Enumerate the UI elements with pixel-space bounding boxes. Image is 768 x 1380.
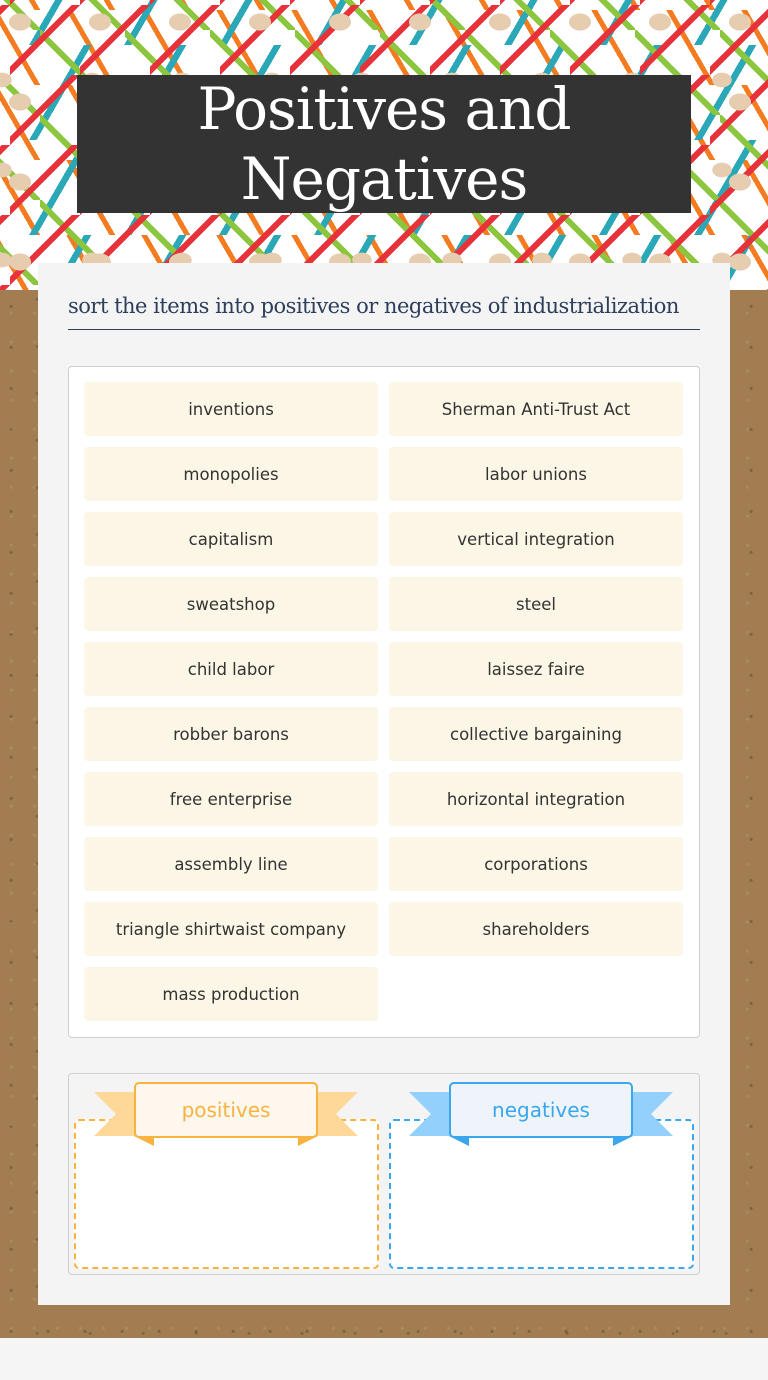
sort-item-card[interactable]: collective bargaining xyxy=(389,707,683,761)
sort-item-card[interactable]: inventions xyxy=(84,382,378,436)
sort-item-card[interactable]: sweatshop xyxy=(84,577,378,631)
items-pool: inventions Sherman Anti-Trust Act monopoli… xyxy=(68,366,700,1038)
sort-item-card[interactable]: vertical integration xyxy=(389,512,683,566)
sort-item-card[interactable]: Sherman Anti-Trust Act xyxy=(389,382,683,436)
sort-item-card[interactable]: mass production xyxy=(84,967,378,1021)
worksheet-panel: sort the items into positives or negativ… xyxy=(38,263,730,1305)
sort-item-card[interactable]: child labor xyxy=(84,642,378,696)
sort-item-card[interactable]: assembly line xyxy=(84,837,378,891)
sort-item-card[interactable]: robber barons xyxy=(84,707,378,761)
sort-item-card[interactable]: shareholders xyxy=(389,902,683,956)
positives-label: positives xyxy=(134,1082,318,1138)
sort-item-card[interactable]: laissez faire xyxy=(389,642,683,696)
sort-item-card[interactable]: steel xyxy=(389,577,683,631)
sort-item-card[interactable]: triangle shirtwaist company xyxy=(84,902,378,956)
sort-item-card[interactable]: corporations xyxy=(389,837,683,891)
page-title: Positives and Negatives xyxy=(197,75,571,213)
positives-ribbon: positives xyxy=(94,1082,358,1148)
sort-item-card[interactable]: free enterprise xyxy=(84,772,378,826)
title-banner: Positives and Negatives xyxy=(77,75,691,213)
sort-item-card[interactable]: labor unions xyxy=(389,447,683,501)
negatives-ribbon: negatives xyxy=(409,1082,673,1148)
sort-item-card[interactable]: capitalism xyxy=(84,512,378,566)
instructions-text: sort the items into positives or negativ… xyxy=(68,293,700,330)
sort-item-card[interactable]: monopolies xyxy=(84,447,378,501)
page-bottom xyxy=(0,1338,768,1380)
sort-item-card[interactable]: horizontal integration xyxy=(389,772,683,826)
sort-buckets: positives negatives xyxy=(68,1073,700,1275)
negatives-label: negatives xyxy=(449,1082,633,1138)
